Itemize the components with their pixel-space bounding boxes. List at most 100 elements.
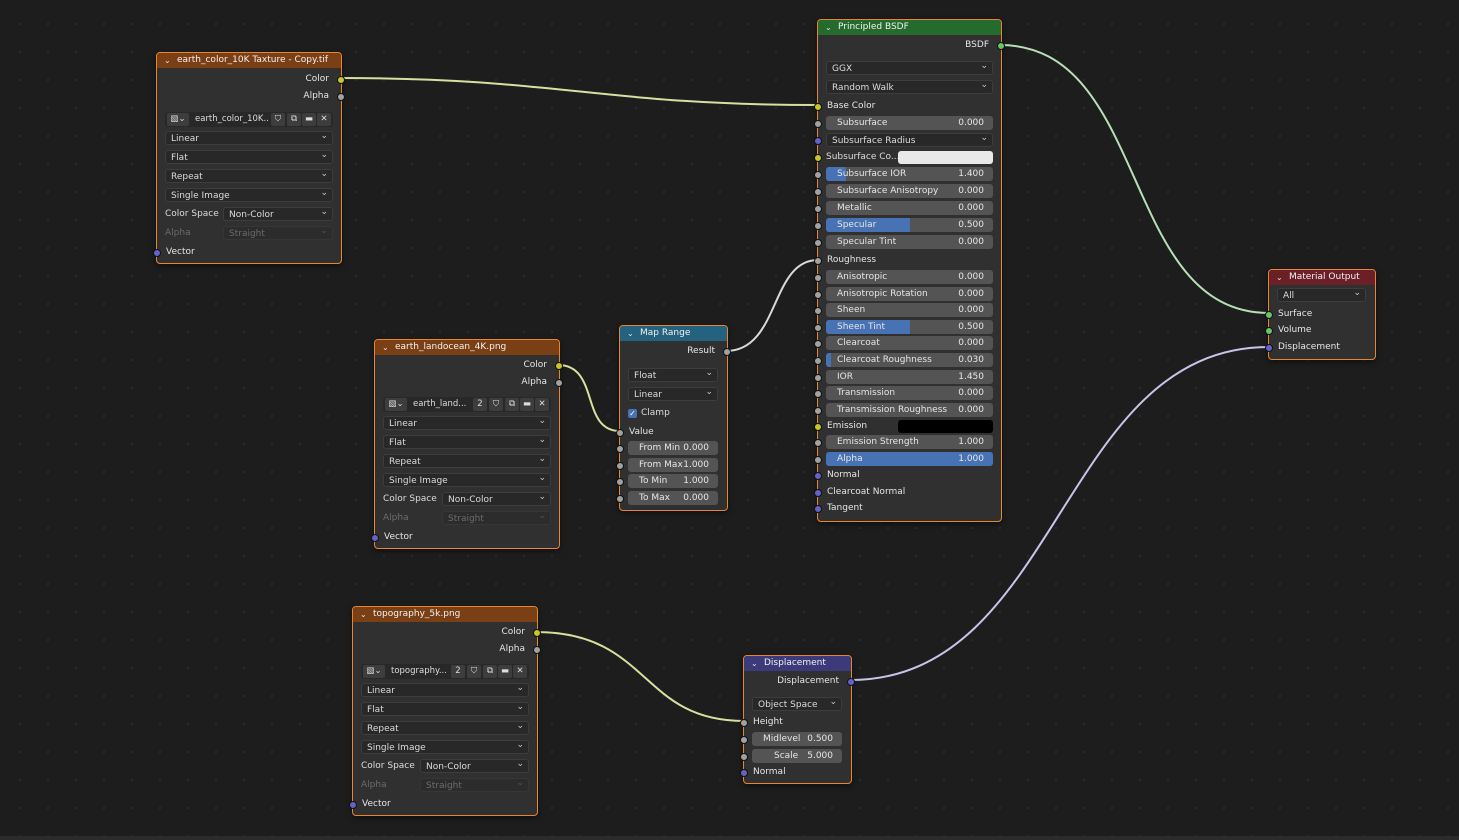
collapse-chevron-icon[interactable]: ⌄: [825, 20, 832, 35]
socket-specular-input[interactable]: [814, 222, 822, 230]
anisotropic-rotation-slider[interactable]: Anisotropic Rotation 0.000: [826, 286, 993, 301]
socket-value-input[interactable]: [616, 429, 624, 437]
socket-height-input[interactable]: [740, 719, 748, 727]
socket-to-min-input[interactable]: [616, 478, 624, 486]
subsurface-radius-field[interactable]: Subsurface Radius: [826, 131, 993, 147]
socket-normal-input[interactable]: [814, 472, 822, 480]
anisotropic-slider[interactable]: Anisotropic 0.000: [826, 270, 993, 284]
socket-subsurface-radius-input[interactable]: [814, 137, 822, 145]
socket-emission-input[interactable]: [814, 423, 822, 431]
fake-user-icon[interactable]: ⛉: [489, 398, 503, 411]
socket-clearcoat-input[interactable]: [814, 340, 822, 349]
socket-scale-input[interactable]: [740, 753, 748, 761]
duplicate-icon[interactable]: ⧉: [483, 665, 497, 678]
socket-subsurface-anisotropy-input[interactable]: [814, 188, 822, 196]
socket-base-color-input[interactable]: [814, 103, 822, 111]
socket-volume-input[interactable]: [1265, 327, 1273, 335]
subsurface-method-dropdown[interactable]: Random Walk: [826, 78, 993, 94]
projection-dropdown[interactable]: Flat: [361, 700, 529, 716]
socket-vector-input[interactable]: [153, 249, 161, 257]
subsurface-ior-slider[interactable]: Subsurface IOR 1.400: [826, 167, 993, 181]
extension-dropdown[interactable]: Repeat: [383, 452, 551, 468]
socket-color-output[interactable]: [555, 362, 563, 370]
socket-anisotropic-input[interactable]: [814, 274, 822, 282]
source-dropdown[interactable]: Single Image: [361, 738, 529, 754]
scale-field[interactable]: Scale 5.000: [752, 749, 842, 763]
clearcoat-roughness-slider[interactable]: Clearcoat Roughness 0.030: [826, 353, 993, 367]
socket-from-min-input[interactable]: [616, 445, 624, 453]
space-dropdown[interactable]: Object Space: [752, 695, 842, 711]
from-min-field[interactable]: From Min 0.000: [628, 441, 718, 455]
socket-tangent-input[interactable]: [814, 505, 822, 513]
transmission-roughness-slider[interactable]: Transmission Roughness 0.000: [826, 402, 993, 417]
fake-user-icon[interactable]: ⛉: [271, 113, 285, 126]
socket-color-output[interactable]: [337, 76, 345, 84]
material-output-node[interactable]: ⌄ Material Output All Surface Volume Dis…: [1265, 269, 1376, 360]
midlevel-field[interactable]: Midlevel 0.500: [752, 732, 842, 746]
image-selector[interactable]: ▧⌄ earth_land... 2 ⛉ ⧉ ▬ ✕: [383, 397, 551, 412]
color-space-dropdown[interactable]: Non-Color: [223, 205, 333, 221]
interpolation-dropdown[interactable]: Linear: [383, 414, 551, 430]
socket-to-max-input[interactable]: [616, 495, 624, 503]
socket-alpha-input[interactable]: [814, 456, 822, 464]
interpolation-dropdown[interactable]: Linear: [361, 681, 529, 697]
socket-clearcoat-normal-input[interactable]: [814, 489, 822, 497]
socket-displacement-input[interactable]: [1265, 344, 1273, 352]
extension-dropdown[interactable]: Repeat: [165, 167, 333, 183]
socket-clearcoat-roughness-input[interactable]: [814, 357, 822, 365]
user-count[interactable]: 2: [451, 665, 465, 678]
collapse-chevron-icon[interactable]: ⌄: [627, 326, 634, 341]
collapse-chevron-icon[interactable]: ⌄: [751, 656, 758, 671]
image-name[interactable]: earth_land...: [409, 398, 471, 411]
to-min-field[interactable]: To Min 1.000: [628, 474, 718, 488]
socket-alpha-output[interactable]: [533, 646, 541, 654]
data-type-dropdown[interactable]: Float: [628, 366, 718, 382]
socket-normal-input[interactable]: [740, 769, 748, 777]
extension-dropdown[interactable]: Repeat: [361, 719, 529, 735]
image-selector[interactable]: ▧⌄ topography... 2 ⛉ ⧉ ▬ ✕: [361, 664, 529, 679]
node-header[interactable]: ⌄ earth_landocean_4K.png: [375, 340, 559, 355]
socket-subsurface-color-input[interactable]: [814, 154, 822, 162]
subsurface-slider[interactable]: Subsurface 0.000: [826, 116, 993, 130]
clearcoat-slider[interactable]: Clearcoat 0.000: [826, 336, 993, 351]
image-name[interactable]: earth_color_10K...: [191, 113, 269, 126]
socket-vector-input[interactable]: [371, 534, 379, 542]
clamp-checkbox[interactable]: ✓: [628, 409, 637, 418]
from-max-field[interactable]: From Max 1.000: [628, 458, 718, 472]
principled-bsdf-node[interactable]: ⌄ Principled BSDF BSDF GGX Random Walk B…: [814, 19, 1005, 522]
color-space-dropdown[interactable]: Non-Color: [420, 757, 529, 773]
image-texture-node-3[interactable]: ⌄ topography_5k.png Color Alpha ▧⌄ topog…: [349, 606, 541, 816]
subsurface-color-swatch[interactable]: [898, 151, 993, 164]
collapse-chevron-icon[interactable]: ⌄: [382, 340, 389, 355]
alpha-slider[interactable]: Alpha 1.000: [826, 452, 993, 466]
image-name[interactable]: topography...: [387, 665, 449, 678]
socket-subsurface-input[interactable]: [814, 120, 822, 128]
displacement-node[interactable]: ⌄ Displacement Displacement Object Space…: [740, 655, 855, 784]
socket-sheen-tint-input[interactable]: [814, 323, 822, 332]
image-texture-node-2[interactable]: ⌄ earth_landocean_4K.png Color Alpha ▧⌄ …: [371, 339, 563, 549]
socket-transmission-roughness-input[interactable]: [814, 406, 822, 415]
duplicate-icon[interactable]: ⧉: [505, 398, 519, 411]
projection-dropdown[interactable]: Flat: [165, 148, 333, 164]
source-dropdown[interactable]: Single Image: [165, 186, 333, 202]
node-header[interactable]: ⌄ Map Range: [620, 326, 727, 341]
source-dropdown[interactable]: Single Image: [383, 471, 551, 487]
image-texture-node-1[interactable]: ⌄ earth_color_10K Taxture - Copy.tif Col…: [153, 52, 345, 264]
specular-slider[interactable]: Specular 0.500: [826, 218, 993, 232]
node-header[interactable]: ⌄ Material Output: [1269, 270, 1375, 285]
image-browse-icon[interactable]: ▧⌄: [385, 398, 407, 411]
map-range-node[interactable]: ⌄ Map Range Result Float Linear ✓ Clamp …: [616, 325, 731, 511]
transmission-slider[interactable]: Transmission 0.000: [826, 386, 993, 401]
image-browse-icon[interactable]: ▧⌄: [167, 113, 189, 126]
socket-vector-input[interactable]: [349, 801, 357, 809]
collapse-chevron-icon[interactable]: ⌄: [1276, 270, 1283, 285]
socket-alpha-output[interactable]: [555, 379, 563, 387]
interpolation-dropdown[interactable]: Linear: [165, 129, 333, 145]
collapse-chevron-icon[interactable]: ⌄: [360, 607, 367, 622]
duplicate-icon[interactable]: ⧉: [287, 113, 301, 126]
node-header[interactable]: ⌄ Displacement: [744, 656, 851, 671]
metallic-slider[interactable]: Metallic 0.000: [826, 201, 993, 215]
socket-roughness-input[interactable]: [814, 257, 822, 265]
socket-from-max-input[interactable]: [616, 462, 624, 470]
to-max-field[interactable]: To Max 0.000: [628, 491, 718, 505]
